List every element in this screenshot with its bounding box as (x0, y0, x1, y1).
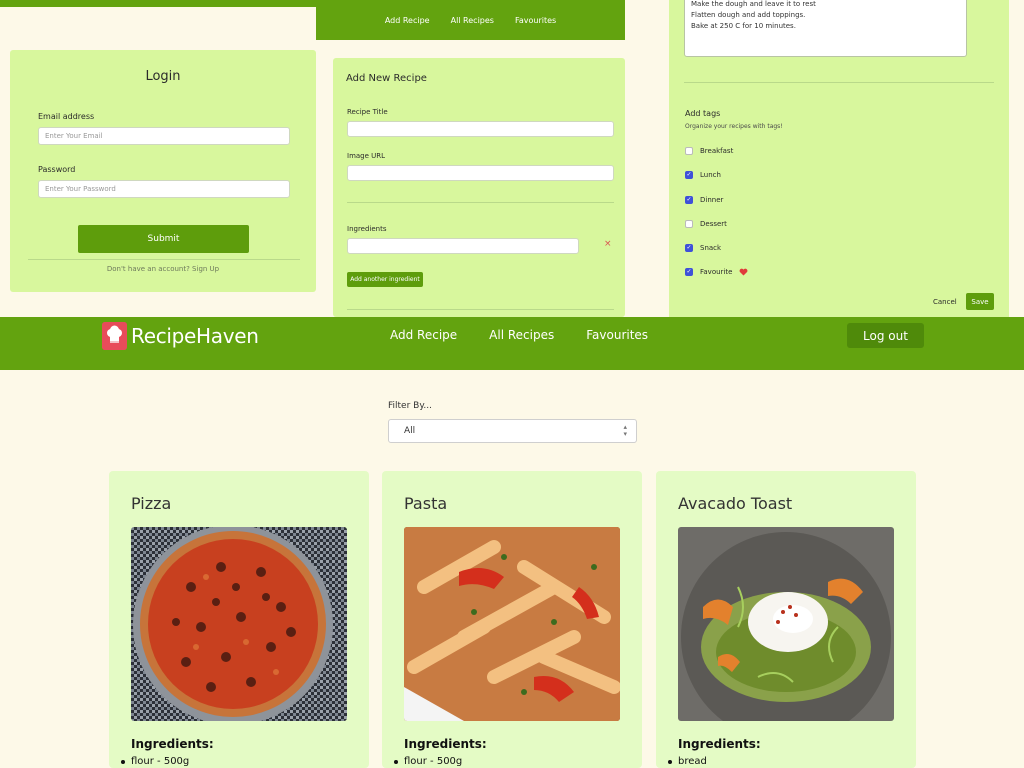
brand-name: RecipeHaven (131, 324, 259, 348)
ingredient-item: flour - 500g (394, 756, 462, 767)
form-divider-2 (347, 309, 614, 310)
ingredient-text: flour - 500g (131, 756, 190, 767)
main-navbar: RecipeHaven Add Recipe All Recipes Favou… (0, 317, 1024, 370)
add-recipe-card: Add New Recipe Recipe Title Image URL In… (333, 58, 625, 317)
ingredients-heading: Ingredients: (404, 737, 487, 751)
chef-hat-logo-icon (102, 322, 127, 350)
filter-selected-value: All (404, 426, 416, 436)
instruction-line: Flatten dough and add toppings. (691, 11, 806, 19)
tags-divider (684, 82, 994, 83)
mini-nav-add-recipe[interactable]: Add Recipe (385, 16, 430, 25)
remove-ingredient-icon[interactable]: × (604, 239, 612, 249)
submit-button[interactable]: Submit (78, 225, 249, 253)
tag-favourite[interactable]: ✓ Favourite (685, 268, 748, 276)
ingredients-heading: Ingredients: (678, 737, 761, 751)
nav-favourites[interactable]: Favourites (586, 328, 648, 342)
recipe-title: Pasta (404, 494, 448, 513)
recipe-title-input[interactable] (347, 121, 614, 137)
add-recipe-title: Add New Recipe (346, 73, 427, 84)
pasta-image (404, 527, 620, 721)
tag-label: Snack (700, 244, 722, 252)
add-ingredient-button[interactable]: Add another ingredient (347, 272, 423, 287)
logout-button[interactable]: Log out (847, 323, 924, 348)
login-page-navbar-strip (0, 0, 316, 7)
cancel-button[interactable]: Cancel (933, 298, 957, 306)
tag-label: Favourite (700, 268, 733, 276)
mini-nav-all-recipes[interactable]: All Recipes (451, 16, 494, 25)
select-arrows-icon: ▴ ▾ (623, 423, 627, 438)
mini-nav-favourites[interactable]: Favourites (515, 16, 556, 25)
nav-links: Add Recipe All Recipes Favourites (390, 328, 648, 342)
tag-lunch[interactable]: ✓ Lunch (685, 171, 721, 179)
recipe-title-label: Recipe Title (347, 108, 388, 116)
image-url-input[interactable] (347, 165, 614, 181)
tags-subtitle: Organize your recipes with tags! (685, 123, 783, 130)
ingredient-text: flour - 500g (404, 756, 463, 767)
checkbox-unchecked-icon[interactable] (685, 220, 693, 228)
login-card: Login Email address Enter Your Email Pas… (10, 50, 316, 292)
recipe-card-pasta[interactable]: Pasta Ingredients: flour - 500g (382, 471, 642, 768)
signup-link[interactable]: Don't have an account? Sign Up (10, 265, 316, 273)
tags-panel: Make the dough and leave it to rest Flat… (669, 0, 1009, 317)
heart-icon (739, 268, 748, 276)
checkbox-unchecked-icon[interactable] (685, 147, 693, 155)
add-page-navbar: Add Recipe All Recipes Favourites (316, 0, 625, 40)
tag-label: Dinner (700, 196, 724, 204)
recipe-card-avocado-toast[interactable]: Avacado Toast Ingredients: bread (656, 471, 916, 768)
password-field[interactable]: Enter Your Password (38, 180, 290, 198)
pizza-image (131, 527, 347, 721)
password-label: Password (38, 165, 76, 174)
bullet-icon (121, 759, 125, 764)
tag-dinner[interactable]: ✓ Dinner (685, 196, 723, 204)
checkbox-checked-icon[interactable]: ✓ (685, 196, 693, 204)
ingredient-text: bread (678, 756, 707, 767)
bullet-icon (394, 759, 398, 764)
screens-collage: Add Recipe All Recipes Favourites Login … (0, 0, 1024, 317)
ingredient-item: flour - 500g (121, 756, 189, 767)
form-divider (347, 202, 614, 203)
recipe-title: Pizza (131, 494, 172, 513)
checkbox-checked-icon[interactable]: ✓ (685, 171, 693, 179)
ingredients-label: Ingredients (347, 225, 387, 233)
avocado-toast-image (678, 527, 894, 721)
login-title: Login (145, 69, 181, 84)
brand[interactable]: RecipeHaven (102, 322, 259, 350)
login-divider (28, 259, 300, 260)
instruction-line: Make the dough and leave it to rest (691, 0, 816, 8)
instruction-line: Bake at 250 C for 10 minutes. (691, 22, 796, 30)
ingredients-heading: Ingredients: (131, 737, 214, 751)
checkbox-checked-icon[interactable]: ✓ (685, 268, 693, 276)
email-label: Email address (38, 112, 95, 121)
email-field[interactable]: Enter Your Email (38, 127, 290, 145)
ingredient-input[interactable] (347, 238, 579, 254)
tag-label: Lunch (700, 171, 721, 179)
nav-add-recipe[interactable]: Add Recipe (390, 328, 457, 342)
bullet-icon (668, 759, 672, 764)
save-button[interactable]: Save (966, 293, 994, 310)
image-url-label: Image URL (347, 152, 386, 160)
tag-breakfast[interactable]: Breakfast (685, 147, 733, 155)
instructions-textarea[interactable]: Make the dough and leave it to rest Flat… (684, 0, 967, 57)
tags-title: Add tags (685, 109, 721, 118)
ingredient-item: bread (668, 756, 707, 767)
recipe-card-pizza[interactable]: Pizza Ingredients: flour - 500g (109, 471, 369, 768)
nav-all-recipes[interactable]: All Recipes (489, 328, 554, 342)
recipe-title: Avacado Toast (678, 494, 793, 513)
checkbox-checked-icon[interactable]: ✓ (685, 244, 693, 252)
filter-label: Filter By... (388, 401, 432, 411)
filter-select[interactable]: All ▴ ▾ (388, 419, 637, 443)
tag-dessert[interactable]: Dessert (685, 220, 727, 228)
tag-label: Dessert (700, 220, 727, 228)
tag-label: Breakfast (700, 147, 734, 155)
tag-snack[interactable]: ✓ Snack (685, 244, 721, 252)
